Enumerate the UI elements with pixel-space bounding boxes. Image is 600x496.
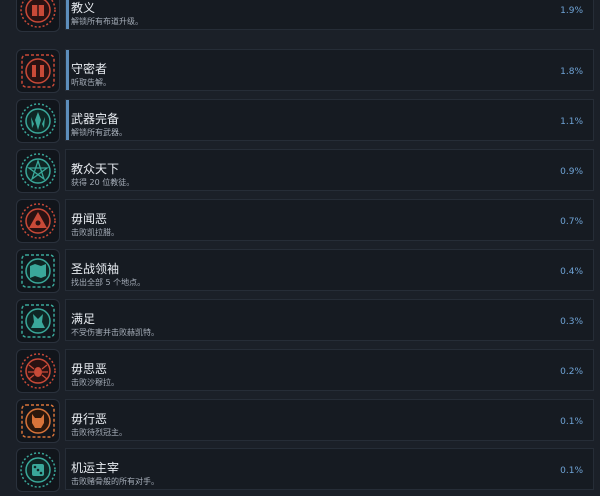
achievement-row[interactable]: 毋行恶 击败待烈冠主。 0.1%	[0, 397, 600, 447]
achievement-panel: 武器完备 解锁所有武器。 1.1%	[65, 99, 594, 141]
achievement-row[interactable]: 守密者 听取告解。 1.8%	[0, 47, 600, 97]
achievement-title: 毋行恶	[71, 412, 108, 426]
unlock-percentage: 0.3%	[560, 317, 583, 327]
achievement-title: 机运主宰	[71, 461, 120, 475]
unlock-percentage: 1.8%	[560, 67, 583, 77]
achievement-row[interactable]: 机运主宰 击败赌骨般的所有对手。 0.1%	[0, 446, 600, 496]
achievement-description: 不受伤害并击败赫凯特。	[71, 328, 159, 337]
achievement-description: 击败沙穆拉。	[71, 378, 119, 387]
unlock-percentage: 0.7%	[560, 217, 583, 227]
achievement-title: 满足	[71, 312, 96, 326]
achievement-panel: 教众天下 获得 20 位教徒。 0.9%	[65, 149, 594, 191]
unlock-percentage: 1.1%	[560, 117, 583, 127]
achievement-panel: 毋思恶 击败沙穆拉。 0.2%	[65, 349, 594, 391]
pentagram-icon	[16, 149, 60, 193]
achievement-description: 获得 20 位教徒。	[71, 178, 135, 187]
achievement-description: 解锁所有布道升级。	[71, 17, 143, 26]
unlock-percentage: 0.1%	[560, 466, 583, 476]
achievement-row[interactable]: 教众天下 获得 20 位教徒。 0.9%	[0, 147, 600, 197]
achievement-title: 守密者	[71, 62, 108, 76]
accent-bar	[66, 50, 69, 90]
achievement-panel: 机运主宰 击败赌骨般的所有对手。 0.1%	[65, 448, 594, 490]
achievement-row[interactable]: 武器完备 解锁所有武器。 1.1%	[0, 97, 600, 147]
beast-icon	[16, 399, 60, 443]
achievement-panel: 毋行恶 击败待烈冠主。 0.1%	[65, 399, 594, 441]
achievement-panel: 毋闻恶 击败凯拉腊。 0.7%	[65, 199, 594, 241]
achievement-description: 击败凯拉腊。	[71, 228, 119, 237]
dice-icon	[16, 448, 60, 492]
achievement-title: 毋思恶	[71, 362, 108, 376]
achievement-row[interactable]: 满足 不受伤害并击败赫凯特。 0.3%	[0, 297, 600, 347]
achievement-description: 解锁所有武器。	[71, 128, 127, 137]
unlock-percentage: 1.9%	[560, 6, 583, 16]
achievement-description: 听取告解。	[71, 78, 111, 87]
achievement-description: 击败待烈冠主。	[71, 428, 127, 437]
achievement-panel: 圣战领袖 找出全部 5 个地点。 0.4%	[65, 249, 594, 291]
achievement-panel: 满足 不受伤害并击败赫凯特。 0.3%	[65, 299, 594, 341]
spider-icon	[16, 349, 60, 393]
achievement-panel: 教义 解锁所有布道升级。 1.9%	[65, 0, 594, 30]
achievement-row[interactable]: 圣战领袖 找出全部 5 个地点。 0.4%	[0, 247, 600, 297]
confessional-hands-icon	[16, 49, 60, 93]
unlock-percentage: 0.9%	[560, 167, 583, 177]
accent-bar	[66, 0, 69, 29]
unlock-percentage: 0.4%	[560, 267, 583, 277]
creature-icon	[16, 299, 60, 343]
unlock-percentage: 0.2%	[560, 367, 583, 377]
achievement-row[interactable]: 毋思恶 击败沙穆拉。 0.2%	[0, 347, 600, 397]
achievement-description: 找出全部 5 个地点。	[71, 278, 146, 287]
map-icon	[16, 249, 60, 293]
unlock-percentage: 0.1%	[560, 417, 583, 427]
weapons-icon	[16, 99, 60, 143]
achievement-list: 教义 解锁所有布道升级。 1.9% 守密者 听取告解。 1.8% 武器完备 解锁…	[0, 0, 600, 492]
accent-bar	[66, 100, 69, 140]
achievement-title: 教众天下	[71, 162, 120, 176]
achievement-title: 教义	[71, 1, 96, 15]
achievement-row[interactable]: 毋闻恶 击败凯拉腊。 0.7%	[0, 197, 600, 247]
achievement-description: 击败赌骨般的所有对手。	[71, 477, 159, 486]
achievement-title: 毋闻恶	[71, 212, 108, 226]
achievement-title: 圣战领袖	[71, 262, 120, 276]
achievement-row[interactable]: 教义 解锁所有布道升级。 1.9%	[0, 0, 600, 36]
achievement-title: 武器完备	[71, 112, 120, 126]
achievement-panel: 守密者 听取告解。 1.8%	[65, 49, 594, 91]
scroll-shield-icon	[16, 0, 60, 32]
pyramid-eye-icon	[16, 199, 60, 243]
